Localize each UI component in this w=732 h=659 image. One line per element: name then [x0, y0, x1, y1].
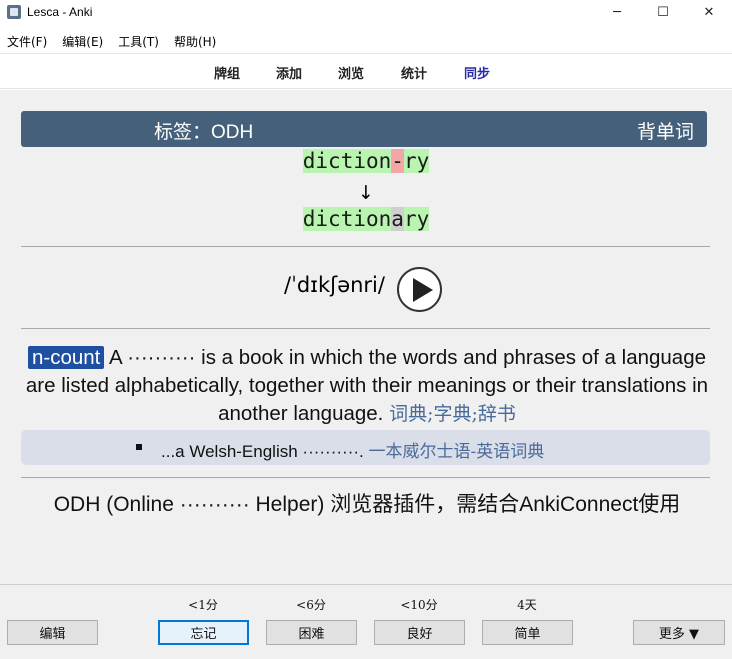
typed-missing-char: -	[391, 149, 404, 173]
more-button[interactable]: 更多 ▼	[633, 620, 725, 645]
again-interval: <1分	[188, 598, 218, 612]
maximize-button[interactable]: ☐	[640, 0, 686, 24]
deck-name: 背单词	[636, 122, 694, 143]
tag-banner: 标签：ODH 背单词	[21, 111, 707, 147]
phonetic-text: /ˈdɪkʃənri/	[284, 273, 385, 297]
definition: n-count A ·········· is a book in which …	[24, 344, 710, 428]
title-bar: Lesca - Anki ─ ☐ ✕	[0, 0, 732, 24]
good-button[interactable]: 良好	[374, 620, 465, 645]
definition-text: A ·········· is a book in which the word…	[25, 346, 709, 425]
again-button[interactable]: 忘记	[158, 620, 249, 645]
part-of-speech-badge: n-count	[27, 346, 105, 369]
definition-chinese: 词典;字典;辞书	[389, 403, 516, 425]
example-sentence-box: ...a Welsh-English ··········. 一本威尔士语-英语…	[21, 430, 710, 465]
card-view: 标签：ODH 背单词 diction-ry ↓ dictionary /ˈdɪk…	[0, 90, 732, 584]
menu-bar: 文件(F) 编辑(E) 工具(T) 帮助(H)	[0, 30, 732, 52]
divider	[21, 328, 710, 329]
minimize-button[interactable]: ─	[594, 0, 640, 24]
toolbar-add-link[interactable]: 添加	[276, 63, 302, 82]
answer-bar: 编辑 <1分 忘记 <6分 困难 <10分 良好 4天 简单 更多 ▼	[0, 584, 732, 659]
good-interval: <10分	[400, 598, 438, 612]
anki-app-icon	[7, 5, 21, 19]
toolbar-sync-link[interactable]: 同步	[464, 63, 490, 82]
bullet-icon	[136, 444, 142, 450]
divider	[21, 246, 710, 247]
window-title: Lesca - Anki	[27, 5, 93, 19]
hard-interval: <6分	[296, 598, 326, 612]
hard-button[interactable]: 困难	[266, 620, 357, 645]
easy-button[interactable]: 简单	[482, 620, 573, 645]
play-audio-button[interactable]	[397, 267, 442, 312]
correct-answer: dictionary	[0, 207, 732, 231]
tag-label: 标签：ODH	[154, 122, 254, 143]
toolbar-decks-link[interactable]: 牌组	[214, 63, 240, 82]
example-english: ...a Welsh-English ··········.	[161, 442, 364, 461]
menu-tools[interactable]: 工具(T)	[111, 33, 167, 50]
example-text: ...a Welsh-English ··········. 一本威尔士语-英语…	[161, 437, 544, 462]
menu-edit[interactable]: 编辑(E)	[55, 33, 111, 50]
close-button[interactable]: ✕	[686, 0, 732, 24]
compare-arrow: ↓	[358, 182, 374, 204]
toolbar-stats-link[interactable]: 统计	[401, 63, 427, 82]
correct-part: diction	[302, 207, 392, 231]
correct-diff-char: a	[391, 207, 404, 231]
typed-correct-tail: ry	[403, 149, 430, 173]
correct-tail: ry	[403, 207, 430, 231]
easy-interval: 4天	[517, 598, 537, 612]
card-note: ODH (Online ·········· Helper) 浏览器插件，需结合…	[53, 493, 681, 516]
window-controls: ─ ☐ ✕	[594, 0, 732, 24]
typed-answer: diction-ry	[0, 149, 732, 173]
menu-help[interactable]: 帮助(H)	[167, 33, 224, 50]
typed-correct-part: diction	[302, 149, 392, 173]
menu-file[interactable]: 文件(F)	[0, 33, 55, 50]
toolbar-browse-link[interactable]: 浏览	[338, 63, 364, 82]
divider	[21, 477, 710, 478]
edit-button[interactable]: 编辑	[7, 620, 98, 645]
main-toolbar: 牌组 添加 浏览 统计 同步	[0, 53, 732, 89]
example-chinese: 一本威尔士语-英语词典	[368, 442, 545, 462]
